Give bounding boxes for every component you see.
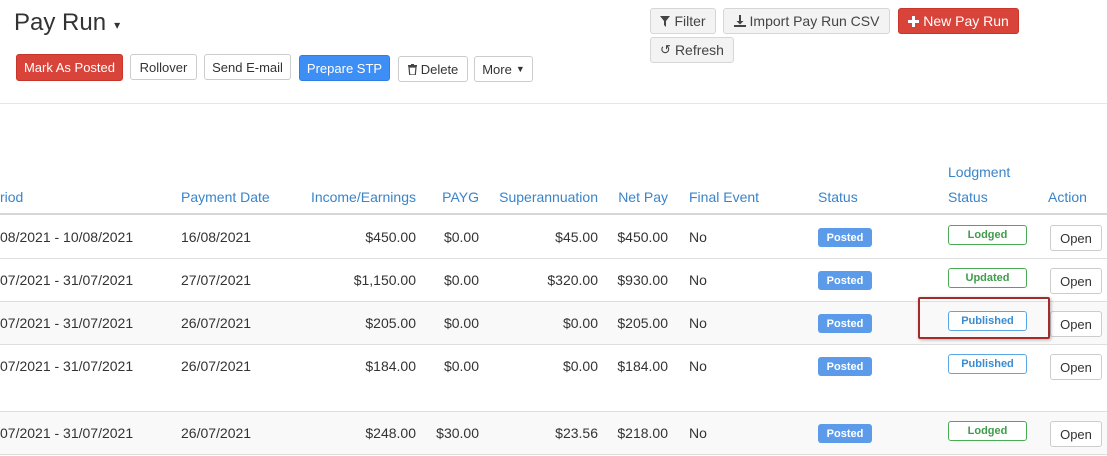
cell-payg: $0.00 [443,229,479,245]
status-badge: Posted [818,228,872,247]
cell-payg: $30.00 [436,425,479,441]
more-button[interactable]: More ▼ [474,56,533,82]
column-header-action[interactable]: Action [1048,189,1087,205]
cell-superannuation: $0.00 [562,358,598,374]
column-header-payg[interactable]: PAYG [420,189,479,205]
column-header-period[interactable]: riod [0,189,23,205]
cell-payg: $0.00 [443,358,479,374]
prepare-stp-button[interactable]: Prepare STP [299,55,390,81]
cell-payg: $0.00 [443,272,479,288]
open-button[interactable]: Open [1050,354,1102,380]
column-header-payment-date[interactable]: Payment Date [181,189,270,205]
column-header-income[interactable]: Income/Earnings [296,189,416,205]
cell-income: $450.00 [365,229,416,245]
highlight-annotation-box [918,297,1050,339]
column-header-lodgment-status[interactable]: Status [948,189,988,205]
header-divider [0,103,1107,104]
row-divider [0,344,1107,345]
cell-income: $1,150.00 [353,272,416,288]
status-badge: Posted [818,424,872,443]
lodgment-status-badge: Lodged [948,225,1027,245]
cell-net-pay: $218.00 [617,425,668,441]
filter-button[interactable]: Filter [650,8,716,34]
mark-as-posted-button[interactable]: Mark As Posted [16,54,123,81]
column-header-net-pay[interactable]: Net Pay [606,189,668,205]
filter-button-label: Filter [674,13,706,29]
cell-final-event: No [689,315,707,331]
cell-payment-date: 26/07/2021 [181,358,252,374]
status-badge: Posted [818,314,872,333]
caret-down-icon[interactable]: ▾ [114,18,120,32]
status-badge: Posted [818,271,872,290]
cell-period: 07/2021 - 31/07/2021 [0,425,134,441]
status-badge: Posted [818,357,872,376]
plus-icon [908,15,920,27]
cell-period: 07/2021 - 31/07/2021 [0,315,134,331]
send-email-button[interactable]: Send E-mail [204,54,291,80]
cell-payment-date: 27/07/2021 [181,272,252,288]
open-button[interactable]: Open [1050,311,1102,337]
cell-superannuation: $0.00 [562,315,598,331]
refresh-icon: ↺ [660,42,671,57]
lodgment-status-badge: Lodged [948,421,1027,441]
import-pay-run-csv-button[interactable]: Import Pay Run CSV [723,8,890,34]
cell-net-pay: $930.00 [617,272,668,288]
column-header-superannuation[interactable]: Superannuation [484,189,598,205]
table-header-border [0,213,1107,215]
mark-as-posted-label: Mark As Posted [23,60,116,75]
cell-period: 07/2021 - 31/07/2021 [0,272,134,288]
filter-icon [660,15,671,27]
new-pay-run-button[interactable]: New Pay Run [898,8,1019,34]
refresh-button-label: Refresh [674,42,724,58]
cell-superannuation: $45.00 [555,229,598,245]
lodgment-status-badge: Updated [948,268,1027,288]
cell-final-event: No [689,272,707,288]
cell-superannuation: $23.56 [555,425,598,441]
cell-net-pay: $184.00 [617,358,668,374]
cell-period: 07/2021 - 31/07/2021 [0,358,134,374]
cell-superannuation: $320.00 [547,272,598,288]
trash-icon [407,63,417,75]
row-divider [0,258,1107,259]
rollover-button[interactable]: Rollover [130,54,197,80]
rollover-label: Rollover [139,59,188,75]
cell-payg: $0.00 [443,315,479,331]
column-header-status[interactable]: Status [818,189,858,205]
cell-final-event: No [689,425,707,441]
row-divider [0,411,1107,412]
cell-period: 08/2021 - 10/08/2021 [0,229,134,245]
cell-income: $184.00 [365,358,416,374]
open-button[interactable]: Open [1050,225,1102,251]
open-button[interactable]: Open [1050,421,1102,447]
caret-down-icon: ▼ [515,64,525,74]
cell-payment-date: 26/07/2021 [181,425,252,441]
delete-label: Delete [420,61,459,77]
cell-payment-date: 26/07/2021 [181,315,252,331]
page-title-text: Pay Run [14,9,107,36]
cell-income: $248.00 [365,425,416,441]
import-button-label: Import Pay Run CSV [749,13,880,29]
more-label: More [482,61,512,77]
send-email-label: Send E-mail [212,59,283,75]
delete-button[interactable]: Delete [398,56,468,82]
cell-income: $205.00 [365,315,416,331]
open-button[interactable]: Open [1050,268,1102,294]
column-header-lodgment[interactable]: Lodgment [948,164,1010,180]
cell-final-event: No [689,358,707,374]
cell-payment-date: 16/08/2021 [181,229,252,245]
download-icon [733,15,746,27]
row-divider [0,454,1107,455]
refresh-button[interactable]: ↺ Refresh [650,37,734,63]
column-header-final-event[interactable]: Final Event [689,189,759,205]
prepare-stp-label: Prepare STP [306,60,383,76]
new-pay-run-label: New Pay Run [923,13,1009,29]
cell-net-pay: $450.00 [617,229,668,245]
page-title[interactable]: Pay Run ▾ [14,9,120,37]
cell-net-pay: $205.00 [617,315,668,331]
cell-final-event: No [689,229,707,245]
lodgment-status-badge: Published [948,354,1027,374]
